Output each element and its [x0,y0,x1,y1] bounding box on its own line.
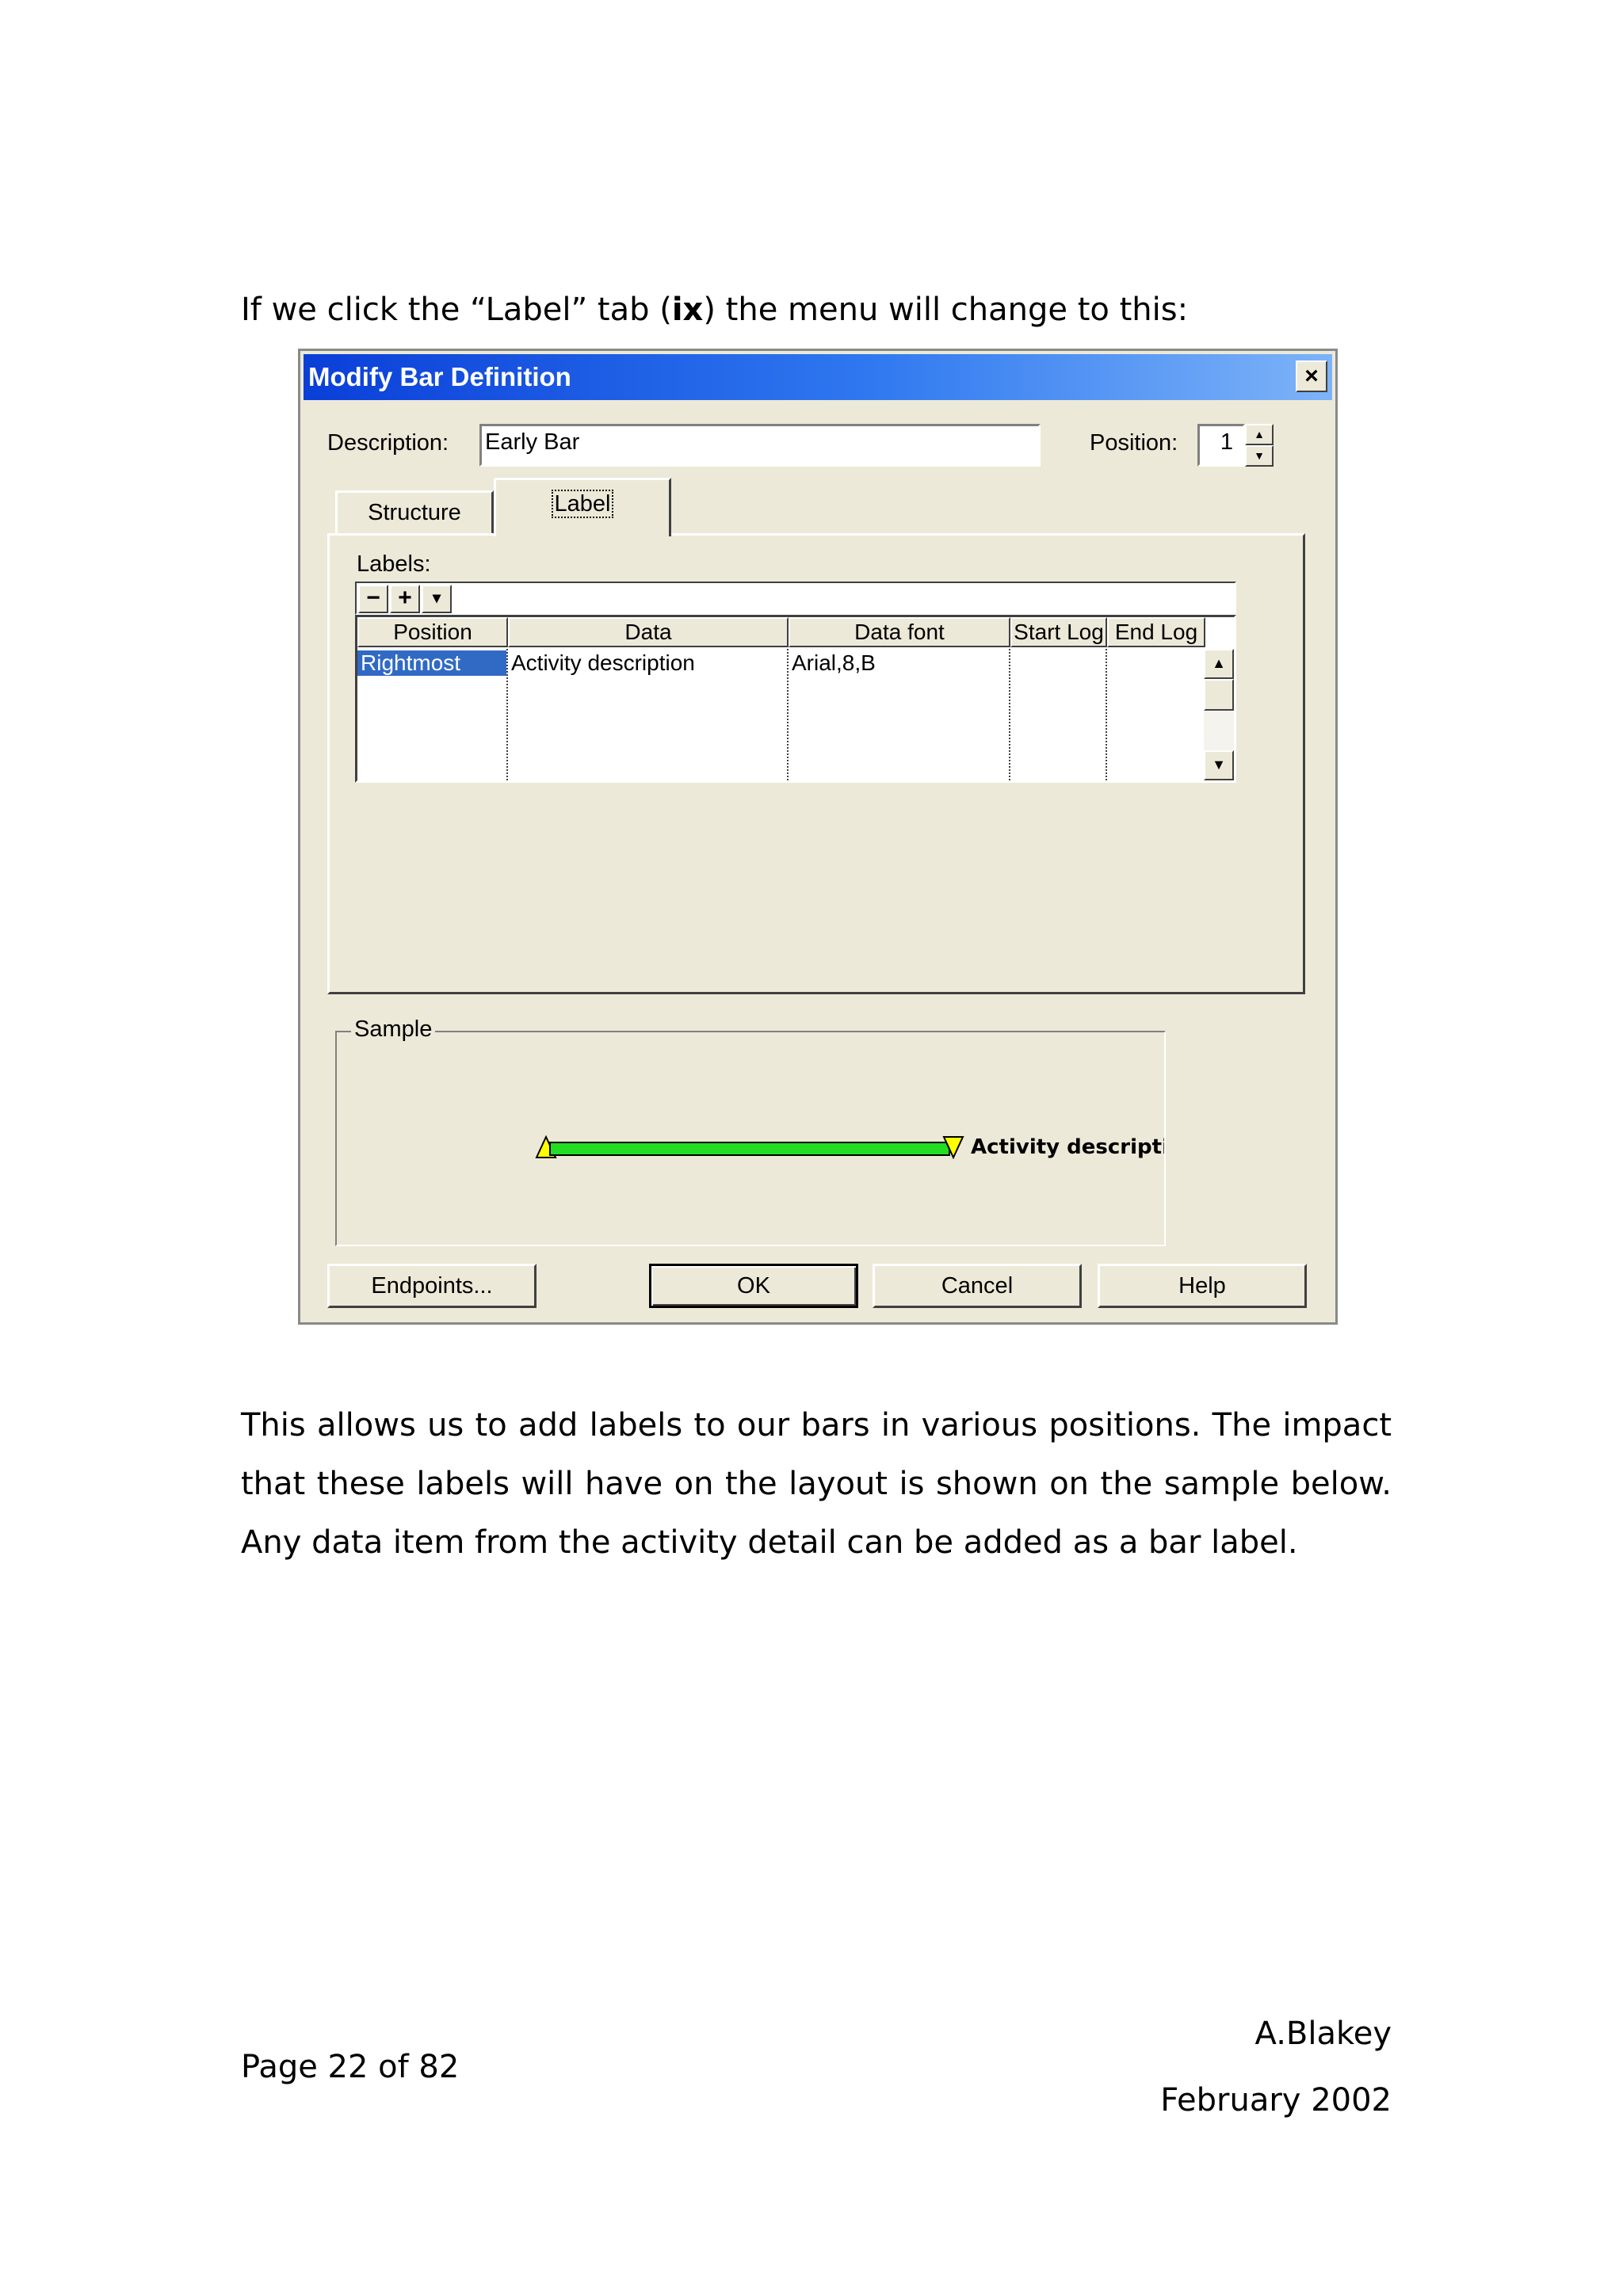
grid-scrollbar[interactable]: ▲ ▼ [1204,649,1234,780]
scroll-thumb[interactable] [1204,679,1234,711]
arrow-up-icon: ▲ [1212,655,1226,671]
sample-title: Sample [351,1016,436,1043]
cell-data-font[interactable]: Arial,8,B [789,649,1010,780]
minus-icon: − [366,585,380,611]
body-paragraph: This allows us to add labels to our bars… [241,1407,1392,1561]
cancel-button[interactable]: Cancel [873,1264,1082,1308]
label-tab-panel: Labels: − + ▾ Position Data Data font St… [327,533,1305,994]
column-header-data-font[interactable]: Data font [789,617,1010,647]
column-header-position[interactable]: Position [357,617,508,647]
position-input[interactable]: 1 [1197,424,1245,467]
cell-start-log[interactable] [1010,649,1107,780]
close-icon: × [1304,363,1319,389]
column-header-start-log[interactable]: Start Log [1010,617,1107,647]
plus-icon: + [398,585,412,611]
position-spinner: ▲ ▼ [1245,424,1274,467]
scroll-down-button[interactable]: ▼ [1204,750,1234,780]
endpoints-button[interactable]: Endpoints... [327,1264,537,1308]
cell-data[interactable]: Activity description [508,649,789,780]
column-header-data[interactable]: Data [508,617,789,647]
remove-label-button[interactable]: − [358,585,388,613]
position-label: Position: [1090,430,1178,456]
help-button[interactable]: Help [1098,1264,1307,1308]
modify-bar-definition-dialog: Modify Bar Definition × Description: Ear… [298,349,1338,1325]
end-endpoint-icon [942,1136,964,1159]
table-row[interactable]: Rightmost [357,649,508,780]
arrow-up-icon: ▲ [1254,428,1265,441]
intro-bold-ref: ix [671,292,704,328]
sample-bar-label: Activity description [971,1135,1164,1159]
sample-bar [549,1142,950,1156]
labels-grid: Position Data Data font Start Log End Lo… [355,615,1236,783]
scroll-up-button[interactable]: ▲ [1204,649,1234,679]
tab-structure[interactable]: Structure [335,490,494,535]
tab-label-text: Label [551,490,614,518]
labels-caption: Labels: [357,551,431,577]
cell-end-log[interactable] [1107,649,1205,780]
description-input[interactable]: Early Bar [479,424,1041,467]
cell-position: Rightmost [357,650,506,676]
document-date: February 2002 [1160,2082,1392,2119]
dialog-title: Modify Bar Definition [308,362,571,391]
chevron-down-icon: ▾ [432,589,441,607]
ok-button[interactable]: OK [649,1264,858,1308]
page-number: Page 22 of 82 [241,2049,460,2085]
tab-label[interactable]: Label [494,478,671,536]
close-button[interactable]: × [1296,360,1327,392]
spin-up-button[interactable]: ▲ [1245,424,1274,445]
spin-down-button[interactable]: ▼ [1245,445,1274,467]
description-label: Description: [327,430,449,456]
intro-sentence: If we click the “Label” tab (ix) the men… [241,292,1189,328]
author: A.Blakey [1254,2016,1392,2052]
add-label-button[interactable]: + [390,585,420,613]
arrow-down-icon: ▼ [1212,757,1226,772]
labels-toolbar: − + ▾ [355,582,1236,615]
dialog-titlebar: Modify Bar Definition × [304,354,1332,400]
label-menu-button[interactable]: ▾ [422,585,452,613]
sample-group: Sample Activity description [335,1016,1166,1246]
arrow-down-icon: ▼ [1254,449,1265,462]
column-header-end-log[interactable]: End Log [1107,617,1205,647]
